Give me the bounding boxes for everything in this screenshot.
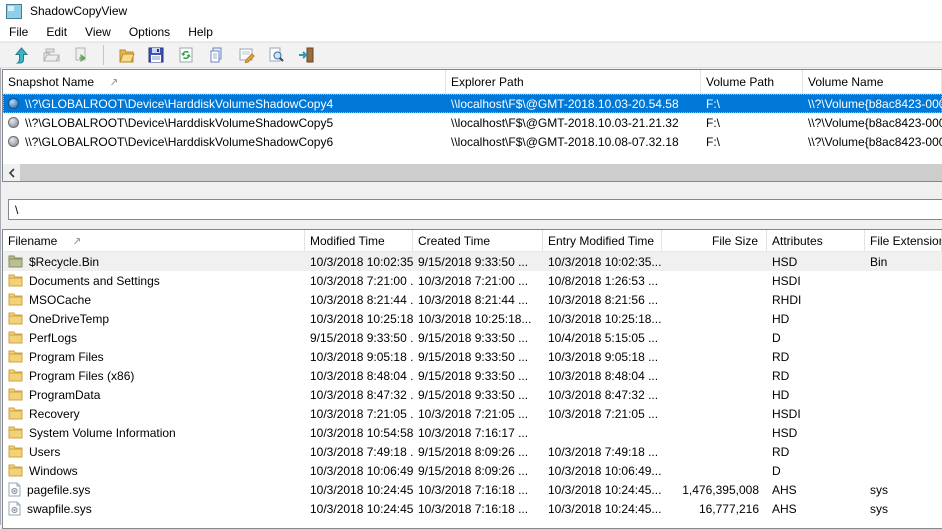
system-file-icon [8,501,21,516]
folder-icon [8,293,23,306]
file-row[interactable]: OneDriveTemp 10/3/2018 10:25:18... 10/3/… [3,309,942,328]
file-row[interactable]: ProgramData 10/3/2018 8:47:32 ... 9/15/2… [3,385,942,404]
file-row[interactable]: Program Files 10/3/2018 9:05:18 ... 9/15… [3,347,942,366]
up-arrow-icon [13,47,29,64]
file-row[interactable]: Windows 10/3/2018 10:06:49... 9/15/2018 … [3,461,942,480]
file-row[interactable]: Documents and Settings 10/3/2018 7:21:00… [3,271,942,290]
file-row[interactable]: System Volume Information 10/3/2018 10:5… [3,423,942,442]
file-row[interactable]: pagefile.sys 10/3/2018 10:24:45... 10/3/… [3,480,942,499]
folder-icon [118,47,135,63]
file-row[interactable]: Program Files (x86) 10/3/2018 8:48:04 ..… [3,366,942,385]
system-file-icon [8,482,21,497]
toolbar [0,42,942,68]
sort-ascending-icon [110,78,118,86]
file-row[interactable]: MSOCache 10/3/2018 8:21:44 ... 10/3/2018… [3,290,942,309]
refresh-icon [178,47,194,63]
folder-icon [8,445,23,458]
column-header-volume-name[interactable]: Volume Name [803,70,942,93]
menu-options[interactable]: Options [120,22,179,41]
menu-bar: File Edit View Options Help [0,22,942,42]
chevron-left-icon [8,168,16,178]
refresh-button[interactable] [177,46,195,64]
file-row[interactable]: swapfile.sys 10/3/2018 10:24:45... 10/3/… [3,499,942,518]
export-button[interactable] [72,46,90,64]
menu-edit[interactable]: Edit [37,22,76,41]
file-row[interactable]: $Recycle.Bin 10/3/2018 10:02:35... 9/15/… [3,252,942,271]
folder-icon [8,350,23,363]
go-up-button[interactable] [12,46,30,64]
column-header-modified-time[interactable]: Modified Time [305,230,413,251]
export-document-disabled-icon [73,47,89,63]
file-row[interactable]: Recovery 10/3/2018 7:21:05 ... 10/3/2018… [3,404,942,423]
volume-sphere-icon [8,136,19,147]
column-header-entry-modified-time[interactable]: Entry Modified Time [543,230,662,251]
open-folder-button[interactable] [117,46,135,64]
volume-sphere-icon [8,98,19,109]
exit-button[interactable] [297,46,315,64]
folder-icon [8,331,23,344]
folder-icon [8,426,23,439]
exit-door-icon [298,47,314,63]
column-header-snapshot-name[interactable]: Snapshot Name [3,70,446,93]
current-path-value: \ [15,203,18,217]
column-header-file-extension[interactable]: File Extension [865,230,942,251]
snapshot-row[interactable]: \\?\GLOBALROOT\Device\HarddiskVolumeShad… [3,94,942,113]
toolbar-separator [103,45,104,65]
column-header-volume-path[interactable]: Volume Path [701,70,803,93]
column-header-created-time[interactable]: Created Time [413,230,543,251]
column-header-attributes[interactable]: Attributes [767,230,865,251]
snapshot-row[interactable]: \\?\GLOBALROOT\Device\HarddiskVolumeShad… [3,113,942,132]
menu-file[interactable]: File [0,22,37,41]
scroll-left-button[interactable] [3,164,20,181]
find-button[interactable] [267,46,285,64]
scrollbar-thumb[interactable] [20,164,942,181]
files-panel: Filename Modified Time Created Time Entr… [2,229,942,529]
snapshots-header: Snapshot Name Explorer Path Volume Path … [3,70,942,94]
save-floppy-icon [148,47,164,63]
folder-icon [8,407,23,420]
folder-icon [8,312,23,325]
find-icon [268,47,284,63]
horizontal-scrollbar[interactable] [3,163,942,181]
copy-icon [208,47,224,63]
column-header-filename[interactable]: Filename [3,230,305,251]
files-header: Filename Modified Time Created Time Entr… [3,230,942,252]
snapshot-row[interactable]: \\?\GLOBALROOT\Device\HarddiskVolumeShad… [3,132,942,151]
properties-button[interactable] [237,46,255,64]
volume-sphere-icon [8,117,19,128]
files-list: $Recycle.Bin 10/3/2018 10:02:35... 9/15/… [3,252,942,518]
snapshots-panel: Snapshot Name Explorer Path Volume Path … [2,69,942,182]
menu-help[interactable]: Help [179,22,222,41]
folder-icon [8,274,23,287]
app-icon [6,4,22,19]
hidden-folder-icon [8,255,23,268]
open-in-explorer-button[interactable] [42,46,60,64]
open-folder-disabled-icon [43,47,60,63]
folder-icon [8,369,23,382]
save-button[interactable] [147,46,165,64]
menu-view[interactable]: View [76,22,120,41]
current-path-field[interactable]: \ [8,199,942,220]
file-row[interactable]: PerfLogs 9/15/2018 9:33:50 ... 9/15/2018… [3,328,942,347]
title-bar: ShadowCopyView [0,0,942,22]
properties-icon [238,47,255,63]
window-title: ShadowCopyView [30,4,127,18]
folder-icon [8,464,23,477]
column-header-file-size[interactable]: File Size [662,230,767,251]
sort-ascending-icon [73,237,81,245]
file-row[interactable]: Users 10/3/2018 7:49:18 ... 9/15/2018 8:… [3,442,942,461]
column-header-explorer-path[interactable]: Explorer Path [446,70,701,93]
copy-button[interactable] [207,46,225,64]
folder-icon [8,388,23,401]
window-left-border [0,0,1,525]
